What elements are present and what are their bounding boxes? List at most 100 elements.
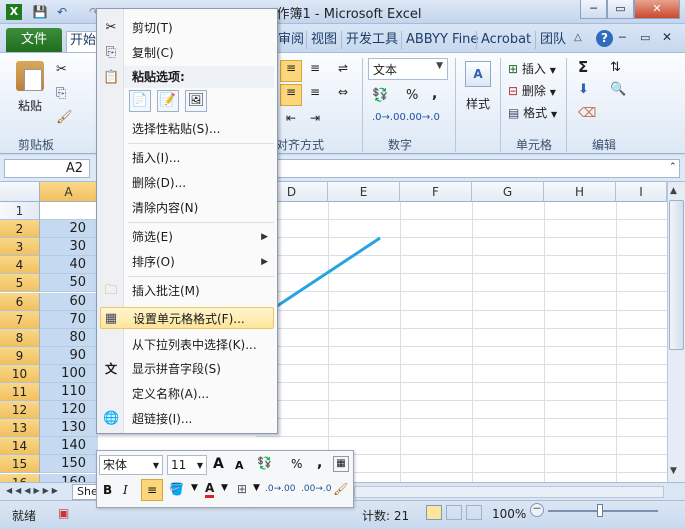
cut-icon[interactable]: ✂	[56, 62, 67, 77]
grid-cell-a[interactable]: 140	[40, 437, 98, 456]
zoom-out-button[interactable]: －	[530, 503, 544, 517]
select-all-corner[interactable]	[0, 182, 40, 202]
grid-cell-a[interactable]: 150	[40, 455, 98, 474]
row-header[interactable]: 13	[0, 419, 40, 438]
grid-cell-a[interactable]: 110	[40, 383, 98, 401]
paste-picture-icon[interactable]: 🖼	[185, 90, 207, 112]
comma-style-button[interactable]: ,	[317, 455, 322, 471]
menu-item-filter[interactable]: 筛选(E) ▶	[124, 226, 276, 248]
grid-cell-a[interactable]: 80	[40, 328, 98, 347]
menu-item-cut[interactable]: 剪切(T)	[124, 17, 276, 39]
percent-button[interactable]: %	[406, 88, 418, 103]
tab-review[interactable]: 审阅	[275, 31, 307, 49]
grid-cell-a[interactable]: 20	[40, 220, 98, 239]
comma-button[interactable]: ,	[432, 86, 437, 102]
row-header[interactable]: 6	[0, 292, 40, 311]
grid-cell-a[interactable]: 130	[40, 419, 98, 438]
bold-button[interactable]: B	[103, 483, 112, 497]
tab-view[interactable]: 视图	[308, 31, 340, 49]
format-painter-icon[interactable]: 🖌	[56, 110, 73, 125]
menu-item-insert[interactable]: 插入(I)...	[124, 147, 276, 169]
percent-style-button[interactable]: %	[291, 457, 302, 471]
close-button[interactable]: ✕	[634, 0, 680, 19]
row-header[interactable]: 3	[0, 238, 40, 257]
chevron-down-icon[interactable]: ▼	[253, 483, 260, 493]
number-format-select[interactable]: 文本 ▼	[368, 58, 448, 80]
minimize-button[interactable]: ─	[580, 0, 607, 19]
decrease-decimal-icon[interactable]: .00→.0	[406, 112, 440, 123]
row-header[interactable]: 10	[0, 364, 40, 383]
decrease-indent-button[interactable]: ⇤	[280, 110, 302, 130]
grid-cell-a[interactable]: 120	[40, 401, 98, 420]
row-header[interactable]: 12	[0, 401, 40, 420]
horizontal-scrollbar[interactable]	[354, 486, 664, 498]
menu-item-format-cells[interactable]: 设置单元格格式(F)...	[100, 307, 274, 329]
row-header[interactable]: 11	[0, 383, 40, 401]
row-header[interactable]: 2	[0, 220, 40, 239]
help-icon[interactable]: ?	[596, 30, 613, 47]
find-select-icon[interactable]: 🔍	[610, 82, 626, 97]
sheet-nav-arrows-icon[interactable]: ◀◀◀▶▶▶	[6, 486, 61, 495]
macro-record-icon[interactable]: ▣	[58, 506, 69, 520]
scroll-thumb[interactable]	[669, 200, 684, 350]
column-header-h[interactable]: H	[544, 182, 616, 202]
shrink-font-button[interactable]: A	[235, 459, 244, 472]
align-top-button[interactable]: ≡	[280, 60, 302, 82]
align-center-button[interactable]: ≡	[304, 84, 326, 106]
format-cells-ribbon-button[interactable]: ▤ 格式 ▼	[508, 104, 557, 121]
grow-font-button[interactable]: A	[213, 456, 224, 472]
normal-view-icon[interactable]	[426, 505, 442, 520]
grid-cell-a[interactable]: 60	[40, 292, 98, 311]
currency-format-icon[interactable]: 💱	[257, 456, 272, 470]
insert-cells-button[interactable]: ⊞ 插入 ▼	[508, 60, 556, 77]
row-header[interactable]: 14	[0, 437, 40, 456]
fill-icon[interactable]: ⬇	[578, 82, 589, 97]
scroll-up-icon[interactable]: ▲	[670, 186, 677, 196]
clear-icon[interactable]: ⌫	[578, 106, 596, 121]
grid-cell-a[interactable]: 30	[40, 238, 98, 257]
decrease-decimal-button[interactable]: .00→.0	[301, 484, 331, 494]
column-header-a[interactable]: A	[40, 182, 98, 202]
page-break-icon[interactable]	[466, 505, 482, 520]
tab-abbyy[interactable]: ABBYY Fine	[403, 31, 481, 49]
autosum-button[interactable]: Σ	[578, 58, 588, 76]
row-header[interactable]: 9	[0, 346, 40, 365]
menu-item-insert-comment[interactable]: 插入批注(M)	[124, 280, 276, 302]
menu-item-pick-from-list[interactable]: 从下拉列表中选择(K)...	[124, 334, 276, 356]
copy-icon[interactable]: ⎘	[56, 86, 66, 101]
menu-item-delete[interactable]: 删除(D)...	[124, 172, 276, 194]
styles-button[interactable]: A 样式	[460, 58, 496, 118]
zoom-level[interactable]: 100%	[492, 507, 526, 521]
workbook-minimize-icon[interactable]: ─	[619, 31, 626, 44]
workbook-close-icon[interactable]: ✕	[662, 30, 672, 44]
formula-input[interactable]	[276, 159, 680, 178]
ribbon-minimize-icon[interactable]: △	[574, 32, 582, 43]
page-layout-icon[interactable]	[446, 505, 462, 520]
row-header[interactable]: 8	[0, 328, 40, 347]
tab-file[interactable]: 文件	[6, 28, 62, 52]
row-header[interactable]: 1	[0, 202, 40, 220]
increase-decimal-button[interactable]: .0→.00	[265, 484, 295, 494]
grid-cell-a[interactable]: 70	[40, 310, 98, 329]
font-size-select[interactable]: 11 ▼	[167, 455, 207, 475]
expand-formula-icon[interactable]: ⌃	[669, 162, 677, 172]
font-name-select[interactable]: 宋体 ▼	[99, 455, 163, 475]
grid-cell-a[interactable]: 40	[40, 256, 98, 275]
menu-item-clear-contents[interactable]: 清除内容(N)	[124, 197, 276, 219]
zoom-slider-track[interactable]	[548, 510, 658, 512]
increase-decimal-icon[interactable]: .0→.00	[372, 112, 406, 123]
chevron-down-icon[interactable]: ▼	[221, 483, 228, 493]
menu-item-paste-special[interactable]: 选择性粘贴(S)...	[124, 118, 276, 140]
tab-team[interactable]: 团队	[537, 31, 569, 49]
wrap-text-button[interactable]: ⇌	[330, 60, 356, 82]
fill-color-icon[interactable]: 🪣	[169, 482, 184, 496]
format-painter-icon[interactable]: 🖌	[333, 482, 348, 496]
row-header[interactable]: 7	[0, 310, 40, 329]
paste-values-icon[interactable]: 📄	[129, 90, 151, 112]
align-left-button[interactable]: ≡	[280, 84, 302, 106]
tab-home[interactable]: 开始	[66, 31, 101, 52]
tab-developer[interactable]: 开发工具	[343, 31, 401, 49]
merge-center-button[interactable]: ⇔	[330, 84, 356, 106]
grid-cell-a[interactable]	[40, 202, 98, 220]
chevron-down-icon[interactable]: ▼	[191, 483, 198, 493]
